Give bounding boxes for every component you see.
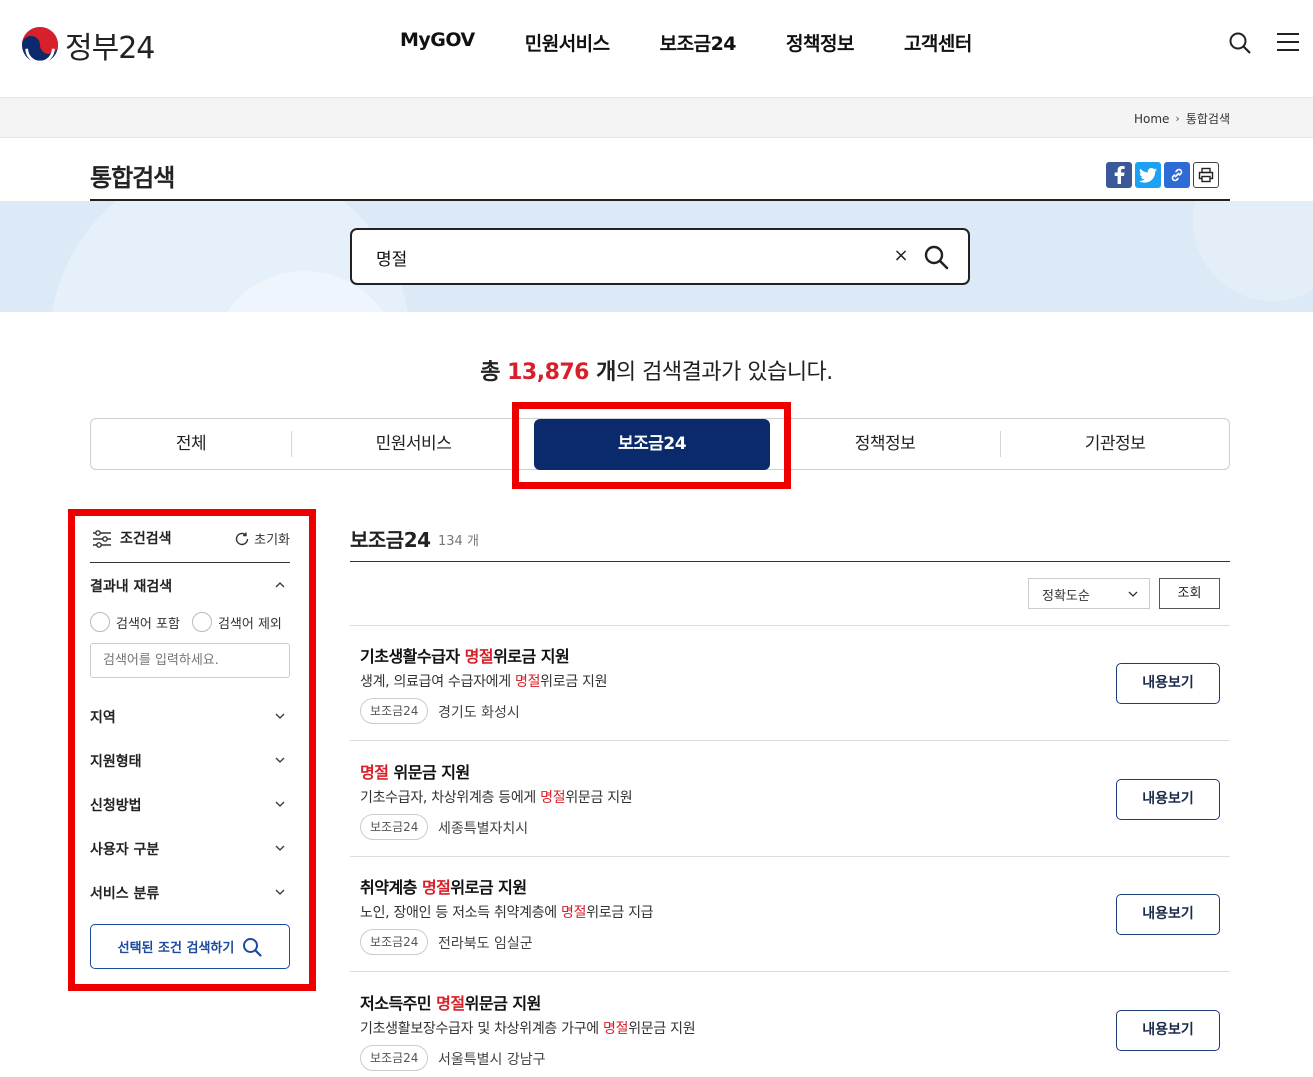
sort-select[interactable]: 정확도순: [1028, 578, 1150, 609]
filter-sliders-icon: [93, 530, 111, 548]
print-icon[interactable]: [1193, 162, 1219, 188]
search-icon: [243, 937, 262, 957]
chevron-down-icon: [1128, 591, 1138, 597]
result-location: 서울특별시 강남구: [438, 1052, 546, 1068]
clear-search-icon[interactable]: ×: [891, 245, 911, 267]
search-icon[interactable]: [1228, 31, 1252, 55]
breadcrumb-current: 통합검색: [1185, 112, 1230, 126]
tab-divider: [291, 431, 292, 457]
result-suffix: 의 검색결과가 있습니다.: [615, 360, 833, 385]
results-section-title: 보조금24: [350, 528, 431, 552]
sort-value: 정확도순: [1042, 589, 1090, 604]
nav-customer-center[interactable]: 고객센터: [904, 29, 972, 56]
result-description: 노인, 장애인 등 저소득 취약계층에 명절위로금 지급: [360, 905, 654, 921]
link-copy-icon[interactable]: [1164, 162, 1190, 188]
tab-agency-info[interactable]: 기관정보: [1000, 419, 1230, 469]
result-description: 생계, 의료급여 수급자에게 명절위로금 지원: [360, 674, 608, 690]
logo-text: 정부24: [65, 31, 155, 66]
view-detail-button[interactable]: 내용보기: [1116, 894, 1220, 935]
highlight-box-tab: [512, 402, 791, 489]
breadcrumb-home[interactable]: Home: [1134, 112, 1169, 126]
result-tag: 보조금24: [360, 814, 429, 840]
filter-panel: 조건검색 초기화 결과내 재검색 검색어 포함 검색어 제외 지역 지원형태 신…: [90, 520, 290, 969]
refine-keyword-input[interactable]: [90, 643, 290, 678]
twitter-share-icon[interactable]: [1135, 162, 1161, 188]
result-tag: 보조금24: [360, 698, 429, 724]
result-title[interactable]: 기초생활수급자 명절위로금 지원: [360, 643, 570, 667]
result-item: 저소득주민 명절위문금 지원 기초생활보장수급자 및 차상위계층 가구에 명절위…: [350, 973, 1230, 1077]
tab-all[interactable]: 전체: [91, 419, 291, 469]
filter-service-category[interactable]: 서비스 분류: [90, 883, 159, 903]
result-unit: 개: [589, 360, 616, 385]
site-logo[interactable]: 정부24: [21, 23, 155, 67]
result-location: 전라북도 임실군: [438, 936, 533, 952]
filter-title: 조건검색: [120, 531, 172, 547]
view-detail-button[interactable]: 내용보기: [1116, 663, 1220, 704]
chevron-down-icon[interactable]: [274, 754, 286, 766]
result-title[interactable]: 명절 위문금 지원: [360, 759, 470, 783]
facebook-share-icon[interactable]: [1106, 162, 1132, 188]
tab-civil-service[interactable]: 민원서비스: [301, 419, 526, 469]
result-item: 기초생활수급자 명절위로금 지원 생계, 의료급여 수급자에게 명절위로금 지원…: [350, 626, 1230, 741]
result-tag: 보조금24: [360, 1045, 429, 1071]
radio-exclude-keyword[interactable]: 검색어 제외: [191, 612, 282, 632]
filter-apply-method[interactable]: 신청방법: [90, 795, 142, 815]
search-submit-icon[interactable]: [923, 244, 949, 270]
chevron-down-icon[interactable]: [274, 798, 286, 810]
chevron-down-icon[interactable]: [274, 886, 286, 898]
breadcrumb-bar: Home › 통합검색: [0, 97, 1313, 138]
chevron-down-icon[interactable]: [274, 842, 286, 854]
section-divider: [350, 561, 1230, 562]
hamburger-menu-icon[interactable]: [1277, 32, 1299, 52]
result-tag: 보조금24: [360, 929, 429, 955]
page-title: 통합검색: [90, 164, 175, 192]
apply-filter-label: 선택된 조건 검색하기: [117, 941, 235, 956]
nav-civil-service[interactable]: 민원서비스: [525, 29, 610, 56]
breadcrumb: Home › 통합검색: [1134, 110, 1230, 127]
result-title[interactable]: 취약계층 명절위로금 지원: [360, 874, 527, 898]
filter-support-type[interactable]: 지원형태: [90, 751, 142, 771]
result-summary: 총 13,876 개의 검색결과가 있습니다.: [0, 354, 1313, 386]
query-button[interactable]: 조회: [1159, 578, 1220, 609]
radio-exclude-label: 검색어 제외: [217, 616, 282, 632]
refresh-icon: [235, 532, 249, 545]
view-detail-button[interactable]: 내용보기: [1116, 1010, 1220, 1051]
apply-filter-button[interactable]: 선택된 조건 검색하기: [90, 924, 290, 969]
search-input[interactable]: [376, 244, 876, 270]
results-section-count: 134 개: [438, 534, 479, 549]
view-detail-button[interactable]: 내용보기: [1116, 779, 1220, 820]
refine-search-title[interactable]: 결과내 재검색: [90, 576, 172, 596]
radio-include-label: 검색어 포함: [116, 616, 180, 632]
main-nav: MyGOV 민원서비스 보조금24 정책정보 고객센터: [400, 29, 972, 56]
radio-include-keyword[interactable]: 검색어 포함: [90, 612, 180, 632]
taegeuk-logo-icon: [21, 26, 59, 64]
result-description: 기초생활보장수급자 및 차상위계층 가구에 명절위문금 지원: [360, 1021, 696, 1037]
chevron-down-icon[interactable]: [274, 710, 286, 722]
result-description: 기초수급자, 차상위계층 등에게 명절위문금 지원: [360, 790, 633, 806]
reset-button[interactable]: 초기화: [234, 529, 290, 548]
result-count: 13,876: [507, 360, 589, 385]
share-buttons: [1106, 162, 1219, 188]
keyword-mode-radios: 검색어 포함 검색어 제외: [90, 612, 282, 632]
result-location: 세종특별자치시: [438, 821, 529, 837]
chevron-up-icon[interactable]: [274, 579, 286, 591]
site-header: 정부24 MyGOV 민원서비스 보조금24 정책정보 고객센터: [0, 0, 1313, 97]
tab-policy-info[interactable]: 정책정보: [770, 419, 1000, 469]
filter-user-type[interactable]: 사용자 구분: [90, 839, 159, 859]
decorative-circle: [1193, 201, 1313, 301]
chevron-right-icon: ›: [1175, 112, 1180, 125]
filter-header: 조건검색 초기화: [90, 520, 290, 563]
result-title[interactable]: 저소득주민 명절위문금 지원: [360, 990, 541, 1014]
nav-policy-info[interactable]: 정책정보: [786, 29, 854, 56]
nav-subsidy24[interactable]: 보조금24: [660, 29, 737, 56]
result-item: 취약계층 명절위로금 지원 노인, 장애인 등 저소득 취약계층에 명절위로금 …: [350, 857, 1230, 972]
search-band: ×: [0, 201, 1313, 312]
result-prefix: 총: [480, 360, 508, 385]
result-item: 명절 위문금 지원 기초수급자, 차상위계층 등에게 명절위문금 지원 보조금2…: [350, 742, 1230, 857]
filter-region[interactable]: 지역: [90, 707, 116, 727]
result-location: 경기도 화성시: [438, 705, 520, 721]
reset-label: 초기화: [254, 533, 290, 548]
nav-mygov[interactable]: MyGOV: [400, 29, 475, 56]
search-box: ×: [350, 228, 970, 285]
